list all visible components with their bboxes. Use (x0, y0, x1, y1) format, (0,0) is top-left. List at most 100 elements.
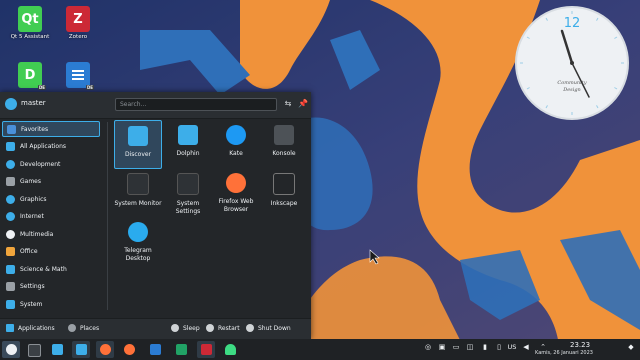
pin-icon[interactable]: 📌 (297, 98, 309, 110)
telegram-icon (128, 222, 148, 242)
sidebar-item-settings[interactable]: Settings (2, 279, 100, 295)
sidebar-item-science-math[interactable]: Science & Math (2, 261, 100, 277)
taskbar-date[interactable]: Kamis, 26 Januari 2023 (535, 350, 593, 356)
zotero-icon: Z (66, 6, 90, 32)
taskbar: ◎ ▣ ▭ ◫ ▮ ▯ US ◀ ⌃ 23.23 Kamis, 26 Janua… (0, 339, 640, 360)
taskbar-time[interactable]: 23.23 (570, 341, 590, 349)
shutdown-button[interactable]: Shut Down (246, 324, 291, 332)
discover-icon (128, 126, 148, 146)
launcher-header: master ⇆ 📌 (0, 92, 311, 119)
user-avatar[interactable] (5, 98, 17, 110)
app-firefox[interactable]: Firefox Web Browser (212, 173, 260, 214)
grid-icon (6, 324, 14, 332)
app-telegram[interactable]: Telegram Desktop (114, 222, 162, 263)
app-inkscape[interactable]: Inkscape (260, 173, 308, 208)
star-icon (7, 124, 16, 134)
folder-icon (76, 344, 87, 355)
firefox-icon (100, 344, 111, 355)
qt-designer-icon: D DE (18, 62, 46, 90)
qt-icon: Qt (18, 6, 42, 32)
system-icon (6, 299, 15, 309)
app-kate[interactable]: Kate (212, 125, 260, 158)
code-icon (6, 159, 15, 169)
sleep-icon (171, 324, 179, 332)
tab-applications[interactable]: Applications (6, 324, 55, 332)
task-firefox-2[interactable] (120, 341, 138, 358)
sidebar-item-office[interactable]: Office (2, 244, 100, 260)
monitor-icon (127, 173, 149, 195)
firefox-icon (124, 344, 135, 355)
app-system-monitor[interactable]: System Monitor (114, 173, 162, 208)
sidebar-item-multimedia[interactable]: Multimedia (2, 226, 100, 242)
sidebar-item-games[interactable]: Games (2, 174, 100, 190)
task-spreadsheet[interactable] (172, 341, 190, 358)
sidebar-item-graphics[interactable]: Graphics (2, 191, 100, 207)
restart-icon (206, 324, 214, 332)
task-zotero[interactable] (197, 341, 215, 358)
inkscape-icon (273, 173, 295, 195)
launcher-divider (107, 122, 108, 310)
clock-twelve-label: 12 (564, 16, 581, 31)
keyboard-layout[interactable]: US (506, 343, 518, 351)
search-input[interactable] (115, 98, 277, 111)
document-icon: DE (66, 62, 94, 90)
desktop-icon-label: Zotero (68, 34, 88, 40)
launcher-button[interactable] (2, 341, 20, 358)
sidebar-item-development[interactable]: Development (2, 156, 100, 172)
task-dolphin[interactable] (72, 341, 90, 358)
desktop-file-badge: DE (37, 85, 46, 90)
zotero-icon (201, 344, 212, 355)
sidebar-item-all-applications[interactable]: All Applications (2, 139, 100, 155)
task-document[interactable] (146, 341, 164, 358)
task-terminal[interactable] (24, 341, 42, 358)
analog-clock-widget: 12 Community Design (515, 6, 629, 120)
folder-icon (178, 125, 198, 145)
application-launcher: master ⇆ 📌 Favorites All Applications De… (0, 92, 311, 340)
sidebar-item-favorites[interactable]: Favorites (2, 121, 100, 137)
sidebar-item-system[interactable]: System (2, 296, 100, 312)
app-discover[interactable]: Discover (114, 120, 162, 169)
desktop-icon-document[interactable]: DE (48, 62, 108, 90)
app-dolphin[interactable]: Dolphin (164, 125, 212, 158)
desktop-file-badge: DE (85, 85, 94, 90)
kde-connect-icon[interactable]: ◎ (423, 343, 433, 351)
volume-icon[interactable]: ◀ (521, 343, 531, 351)
task-files[interactable] (48, 341, 66, 358)
app-konsole[interactable]: Konsole (260, 125, 308, 158)
sidebar-item-internet[interactable]: Internet (2, 209, 100, 225)
power-icon (246, 324, 254, 332)
category-sidebar: Favorites All Applications Development G… (0, 119, 104, 313)
screen-icon[interactable]: ▭ (451, 343, 461, 351)
grid-icon (6, 142, 15, 151)
clipboard-icon[interactable]: ▣ (437, 343, 447, 351)
show-desktop-icon[interactable]: ◆ (626, 343, 636, 351)
sleep-button[interactable]: Sleep (171, 324, 200, 332)
files-icon (52, 344, 63, 355)
android-icon (225, 344, 236, 355)
kate-icon (226, 125, 246, 145)
vpn-icon[interactable]: ◫ (465, 343, 475, 351)
spreadsheet-icon (176, 344, 187, 355)
battery-icon[interactable]: ▮ (480, 343, 490, 351)
configure-icon[interactable]: ⇆ (282, 98, 294, 110)
storage-icon[interactable]: ▯ (494, 343, 504, 351)
tab-places[interactable]: Places (68, 324, 99, 332)
terminal-icon (274, 125, 294, 145)
clock-brand-line2: Design (562, 87, 581, 93)
media-icon (6, 229, 15, 239)
app-system-settings[interactable]: System Settings (164, 173, 212, 216)
desktop-icon-zotero[interactable]: Z Zotero (48, 6, 108, 40)
task-firefox-1[interactable] (96, 341, 114, 358)
office-icon (6, 247, 15, 256)
settings-icon (6, 282, 15, 291)
palette-icon (6, 194, 15, 204)
task-android[interactable] (221, 341, 239, 358)
sliders-icon (177, 173, 199, 195)
gamepad-icon (6, 177, 15, 186)
user-name: master (21, 99, 46, 107)
terminal-icon (28, 344, 41, 357)
restart-button[interactable]: Restart (206, 324, 240, 332)
launcher-footer: Applications Places Sleep Restart Shut D… (0, 318, 311, 340)
atom-icon (6, 264, 15, 274)
compass-icon (68, 324, 76, 332)
